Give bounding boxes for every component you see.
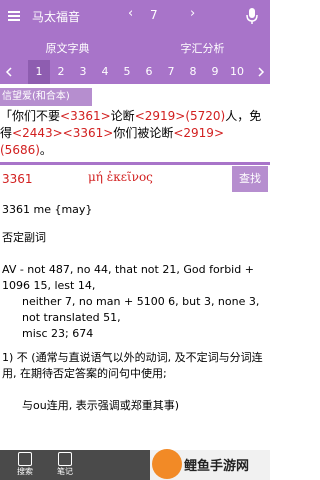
section-divider — [0, 162, 270, 165]
chevron-left-icon[interactable] — [4, 67, 14, 77]
verse-text: 「你们不要<3361>论断<2919>(5720)人，免得<2443><3361… — [0, 108, 268, 160]
search-icon — [18, 452, 32, 466]
definition-av: misc 23; 674 — [22, 327, 94, 340]
tab-word-analysis[interactable]: 字汇分析 — [135, 40, 270, 56]
chevron-right-icon[interactable] — [256, 67, 266, 77]
greek-word: μή ἐκεῖνος — [88, 170, 153, 184]
menu-button[interactable] — [4, 6, 24, 26]
search-tab[interactable]: 搜索 — [8, 452, 42, 477]
definition-meaning: 与ou连用, 表示强调或郑重其事) — [22, 399, 179, 412]
verse-number-10[interactable]: 10 — [226, 60, 248, 84]
notes-tab-label: 笔记 — [57, 467, 73, 476]
verse-number-6[interactable]: 6 — [138, 60, 160, 84]
prev-chapter-button[interactable]: ‹ — [128, 6, 133, 21]
verse-number-bar: 1 2 3 4 5 6 7 8 9 10 — [0, 60, 270, 84]
verse-number-5[interactable]: 5 — [116, 60, 138, 84]
verse-segment: 你们被论断 — [113, 126, 174, 140]
verse-number-2[interactable]: 2 — [50, 60, 72, 84]
bible-version-label[interactable]: 信望爱(和合本) — [0, 88, 92, 106]
watermark-text: 鲤鱼手游网 — [184, 459, 250, 474]
verse-number-3[interactable]: 3 — [72, 60, 94, 84]
watermark-logo — [152, 449, 182, 479]
book-title[interactable]: 马太福音 — [32, 8, 80, 25]
strong-ref-link[interactable]: <3361> — [63, 126, 114, 140]
strong-ref-link[interactable]: <3361> — [60, 109, 111, 123]
next-chapter-button[interactable]: › — [190, 6, 195, 21]
notes-tab[interactable]: 笔记 — [48, 452, 82, 477]
verse-number-7[interactable]: 7 — [160, 60, 182, 84]
verse-number-4[interactable]: 4 — [94, 60, 116, 84]
search-tab-label: 搜索 — [17, 467, 33, 476]
menu-icon — [8, 11, 20, 21]
strong-ref-link[interactable]: <2919>(5720) — [135, 109, 226, 123]
tab-original-dictionary[interactable]: 原文字典 — [0, 40, 135, 56]
tab-bar: 原文字典 字汇分析 — [0, 34, 270, 92]
strong-number: 3361 — [2, 172, 33, 186]
definition-header: 3361 me {may} — [2, 203, 93, 216]
chapter-number[interactable]: 7 — [150, 8, 158, 22]
verse-segment: 「你们不要 — [0, 109, 61, 123]
definition-meaning: 1) 不 (通常与直说语气以外的动词, 及不定词与分词连用, 在期待否定答案的问… — [2, 351, 263, 380]
verse-number-9[interactable]: 9 — [204, 60, 226, 84]
verse-segment: 论断 — [110, 109, 135, 123]
strong-ref-link[interactable]: <2443> — [12, 126, 63, 140]
search-button[interactable]: 查找 — [232, 166, 268, 192]
verse-number-8[interactable]: 8 — [182, 60, 204, 84]
verse-segment: 。 — [39, 143, 52, 157]
note-icon — [58, 452, 72, 466]
verse-number-1[interactable]: 1 — [28, 60, 50, 84]
definition-av: AV - not 487, no 44, that not 21, God fo… — [2, 263, 254, 292]
definition-pos: 否定副词 — [2, 231, 46, 244]
app-header: 马太福音 ‹ 7 › — [0, 0, 270, 34]
microphone-icon[interactable] — [245, 7, 259, 25]
definition-av: neither 7, no man + 5100 6, but 3, none … — [22, 295, 260, 324]
